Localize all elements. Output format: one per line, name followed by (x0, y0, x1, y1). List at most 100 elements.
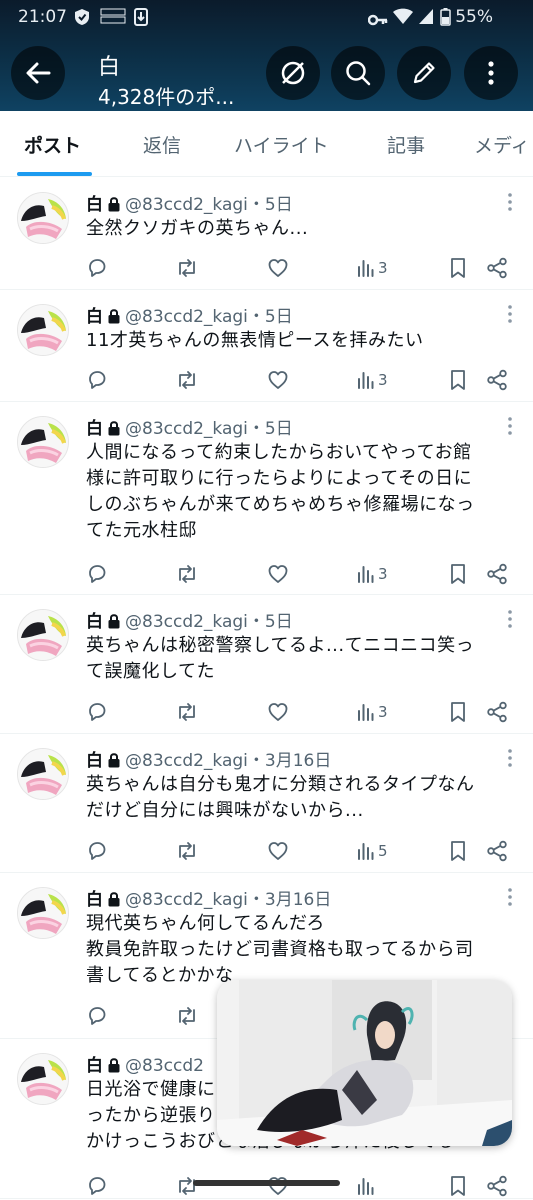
post-more-button[interactable] (507, 304, 513, 328)
author-name[interactable]: 白 (86, 1056, 103, 1076)
reply-button[interactable] (86, 1004, 108, 1028)
share-button[interactable] (486, 562, 508, 586)
reply-button[interactable] (86, 562, 108, 586)
post-item[interactable]: 白 @83ccd2_kagi・3月16日 英ちゃんは自分も鬼才に分類されるタイプなん… (0, 734, 533, 873)
author-handle[interactable]: @83ccd2_kagi (125, 890, 248, 910)
tab-articles[interactable]: 記事 (387, 131, 425, 158)
bookmark-button[interactable] (449, 562, 467, 586)
repost-icon (175, 369, 199, 391)
avatar[interactable] (17, 192, 69, 244)
post-more-button[interactable] (507, 609, 513, 633)
views-button[interactable] (357, 1174, 378, 1198)
tab-posts[interactable]: ポスト (24, 131, 81, 158)
avatar[interactable] (17, 416, 69, 468)
back-button[interactable] (11, 46, 65, 100)
shield-icon (74, 8, 90, 31)
author-handle[interactable]: @83ccd2_kagi (125, 195, 248, 215)
share-button[interactable] (486, 839, 508, 863)
share-button[interactable] (486, 1174, 508, 1198)
tab-media[interactable]: メディ (474, 131, 530, 158)
post-item[interactable]: 白 @83ccd2_kagi・5日 11才英ちゃんの無表情ピースを拝みたい 3 (0, 290, 533, 402)
like-button[interactable] (267, 256, 289, 280)
more-options-button[interactable] (464, 46, 518, 100)
reply-button[interactable] (86, 700, 108, 724)
view-count: 3 (378, 565, 388, 583)
bookmark-icon (449, 563, 467, 585)
author-name[interactable]: 白 (86, 419, 103, 439)
author-name[interactable]: 白 (86, 307, 103, 327)
views-button[interactable]: 3 (357, 368, 388, 392)
bookmark-button[interactable] (449, 256, 467, 280)
post-text: 現代英ちゃん何してるんだろ 教員免許取ったけど司書資格も取ってるから司 書してる… (86, 913, 474, 986)
avatar[interactable] (17, 748, 69, 800)
lock-icon (107, 1057, 121, 1078)
avatar[interactable] (17, 887, 69, 939)
like-button[interactable] (267, 368, 289, 392)
share-button[interactable] (486, 256, 508, 280)
post-more-button[interactable] (507, 192, 513, 216)
post-header: 白 @83ccd2 (86, 1051, 204, 1078)
repost-button[interactable] (175, 700, 199, 724)
reply-icon (86, 369, 108, 391)
author-handle[interactable]: @83ccd2_kagi (125, 307, 248, 327)
views-button[interactable]: 3 (357, 256, 388, 280)
share-icon (486, 840, 508, 862)
reply-button[interactable] (86, 256, 108, 280)
repost-button[interactable] (175, 256, 199, 280)
repost-button[interactable] (175, 839, 199, 863)
author-name[interactable]: 白 (86, 195, 103, 215)
repost-button[interactable] (175, 368, 199, 392)
home-indicator[interactable] (193, 1180, 340, 1186)
bookmark-button[interactable] (449, 700, 467, 724)
search-button[interactable] (331, 46, 385, 100)
reply-button[interactable] (86, 839, 108, 863)
tab-highlights[interactable]: ハイライト (234, 131, 329, 158)
bookmark-button[interactable] (449, 1174, 467, 1198)
avatar[interactable] (17, 609, 69, 661)
reply-button[interactable] (86, 1174, 108, 1198)
avatar[interactable] (17, 1053, 69, 1105)
post-item[interactable]: 白 @83ccd2_kagi・5日 人間になるって約束したからおいてやってお館 様に… (0, 402, 533, 595)
repost-button[interactable] (175, 1004, 199, 1028)
views-button[interactable]: 5 (357, 839, 388, 863)
arrow-left-icon (26, 62, 51, 84)
lock-icon (107, 613, 121, 634)
repost-button[interactable] (175, 562, 199, 586)
post-date: ・5日 (247, 419, 293, 439)
reply-button[interactable] (86, 368, 108, 392)
bookmark-button[interactable] (449, 839, 467, 863)
picture-in-picture-video[interactable] (217, 980, 512, 1146)
author-name[interactable]: 白 (86, 612, 103, 632)
heart-icon (267, 840, 289, 862)
author-handle[interactable]: @83ccd2_kagi (125, 419, 248, 439)
post-more-button[interactable] (507, 887, 513, 911)
post-header: 白 @83ccd2_kagi・5日 (86, 607, 293, 634)
repost-icon (175, 701, 199, 723)
author-handle[interactable]: @83ccd2 (125, 1056, 204, 1076)
post-item[interactable]: 白 @83ccd2_kagi・5日 英ちゃんは秘密警察してるよ...てニコニコ笑っ … (0, 595, 533, 734)
author-handle[interactable]: @83ccd2_kagi (125, 612, 248, 632)
author-name[interactable]: 白 (86, 751, 103, 771)
repost-button[interactable] (175, 1174, 199, 1198)
share-button[interactable] (486, 700, 508, 724)
views-button[interactable]: 3 (357, 562, 388, 586)
mute-button[interactable] (266, 46, 320, 100)
post-more-button[interactable] (507, 416, 513, 440)
tab-replies[interactable]: 返信 (143, 131, 181, 158)
bookmark-button[interactable] (449, 368, 467, 392)
like-button[interactable] (267, 562, 289, 586)
author-handle[interactable]: @83ccd2_kagi (125, 751, 248, 771)
post-item[interactable]: 白 @83ccd2_kagi・5日 全然クソガキの英ちゃん... 3 (0, 178, 533, 290)
post-date: ・5日 (247, 307, 293, 327)
share-button[interactable] (486, 368, 508, 392)
like-button[interactable] (267, 1174, 289, 1198)
post-actions: 3 (86, 700, 516, 724)
views-button[interactable]: 3 (357, 700, 388, 724)
bar-chart-icon (357, 564, 375, 584)
like-button[interactable] (267, 700, 289, 724)
avatar[interactable] (17, 304, 69, 356)
post-more-button[interactable] (507, 748, 513, 772)
like-button[interactable] (267, 839, 289, 863)
author-name[interactable]: 白 (86, 890, 103, 910)
edit-button[interactable] (397, 46, 451, 100)
